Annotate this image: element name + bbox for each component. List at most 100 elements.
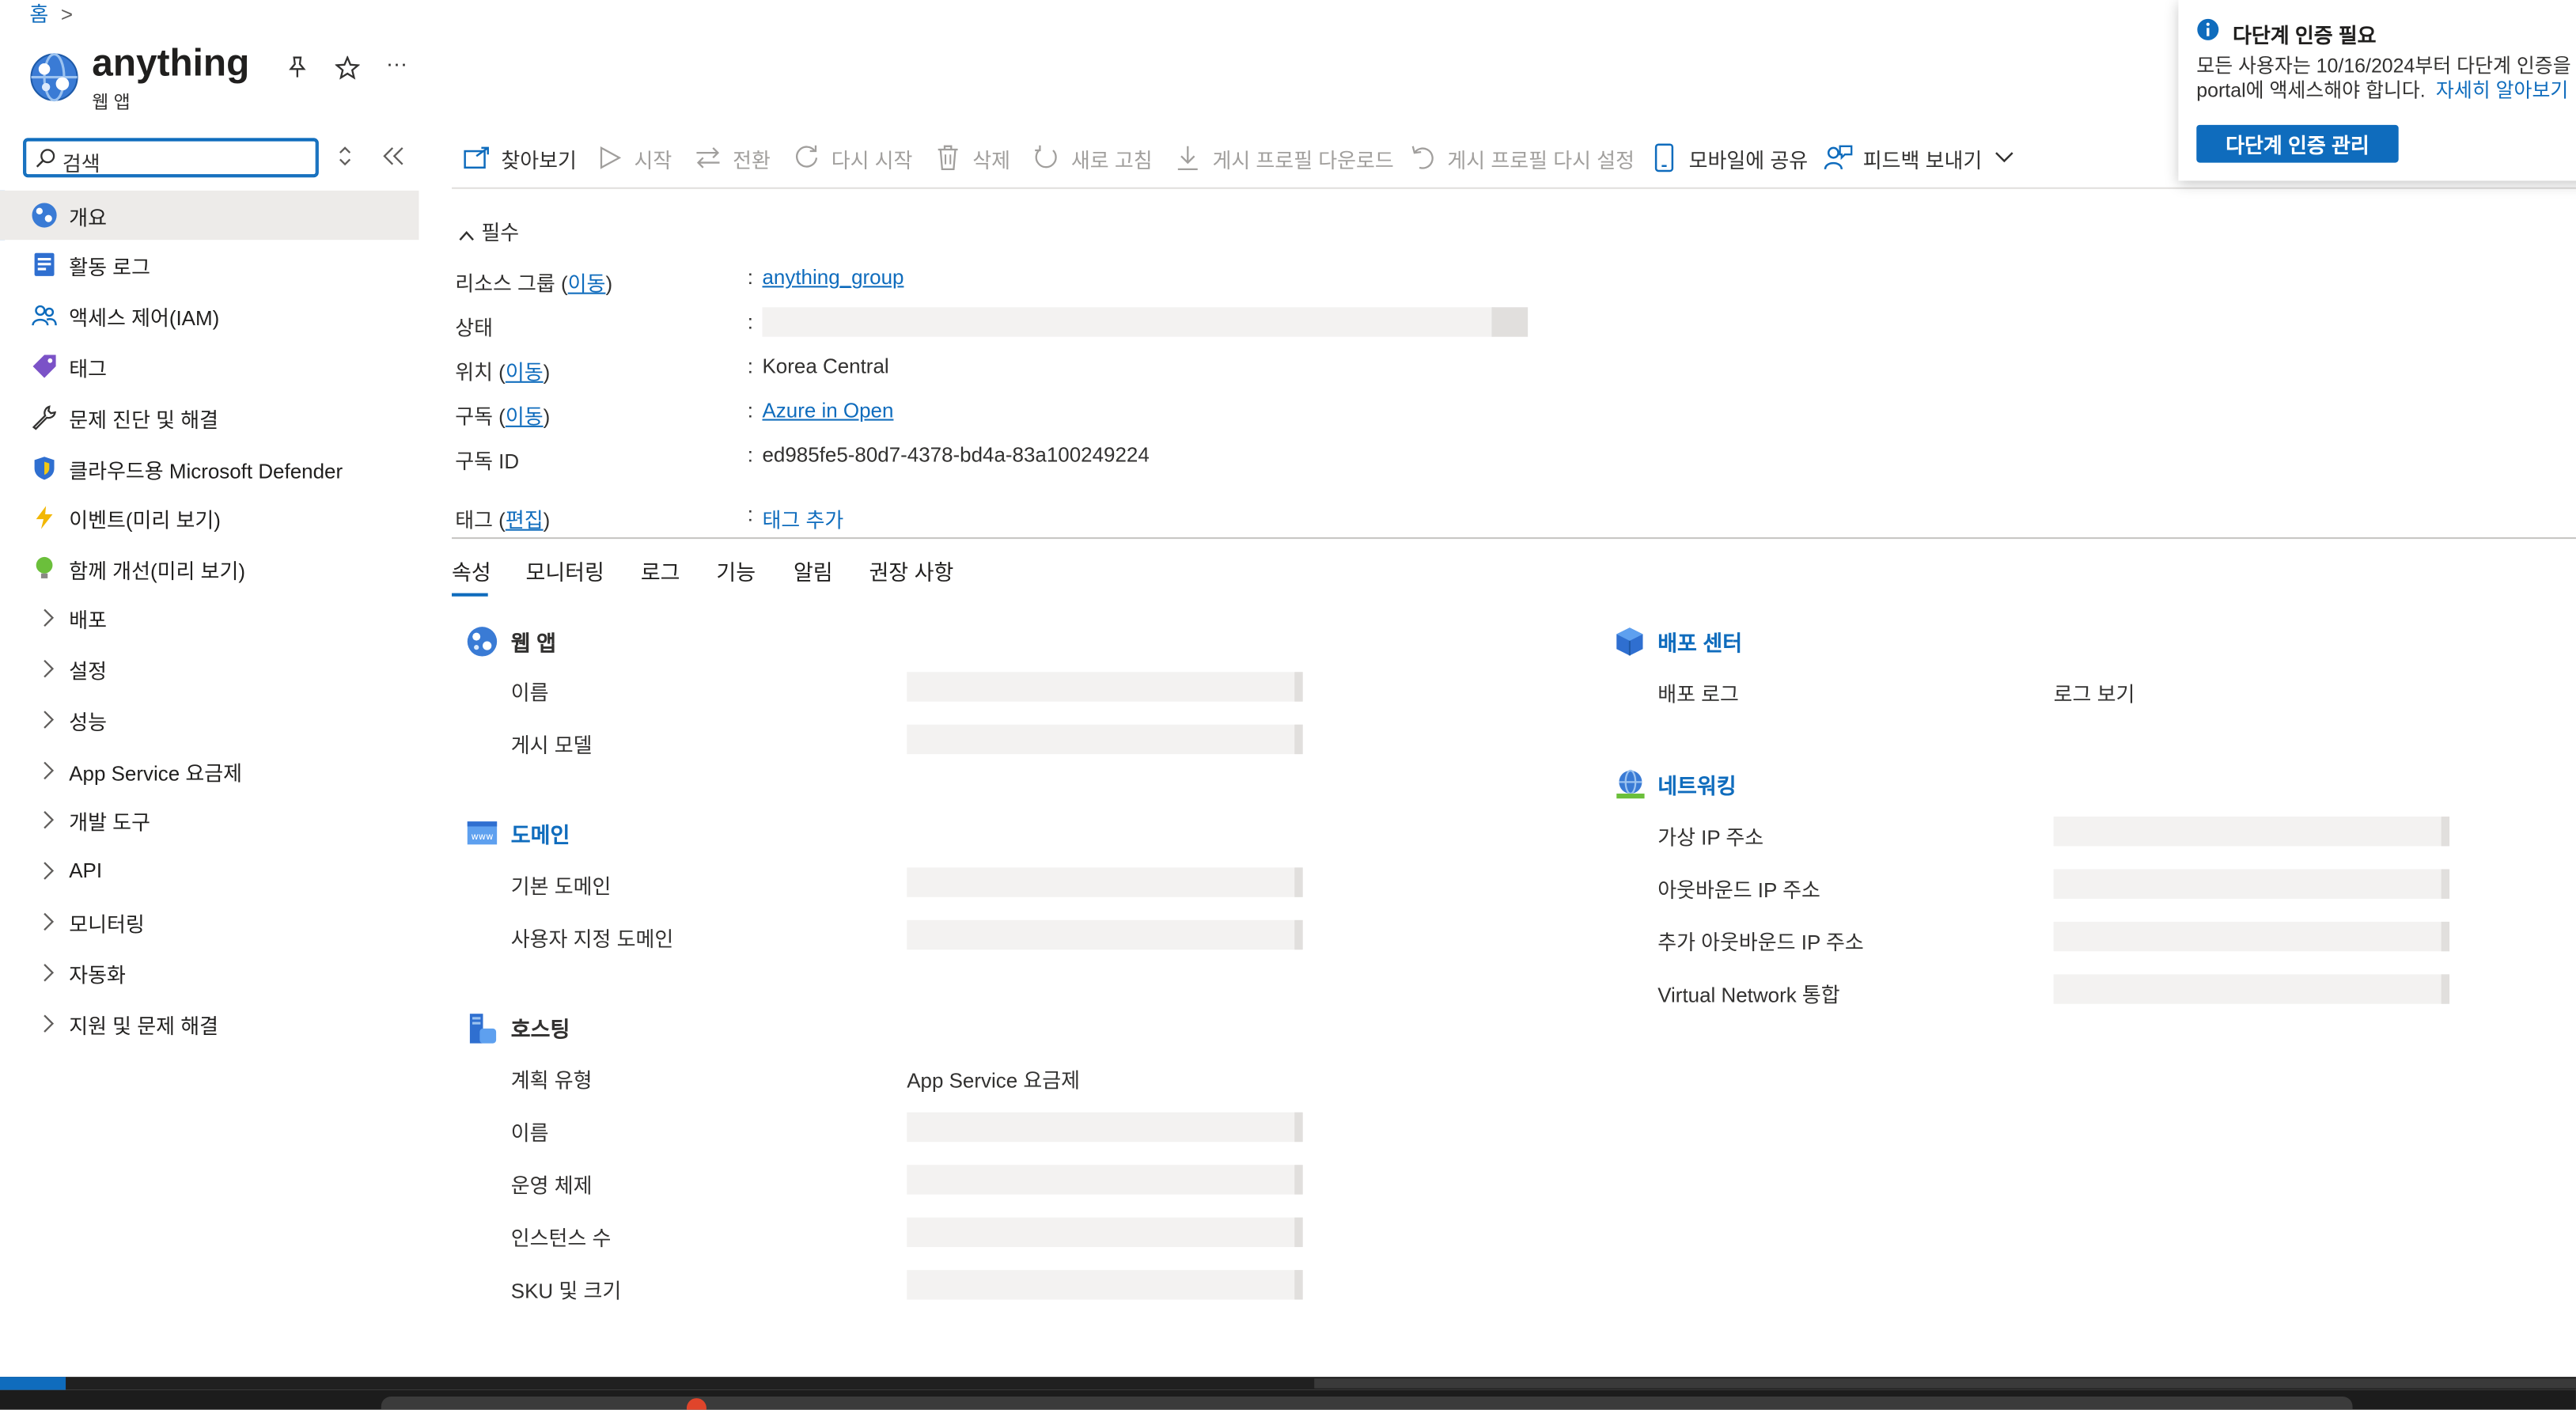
chevron-right-icon — [35, 960, 61, 986]
sidebar-group-app-service-plan[interactable]: App Service 요금제 — [0, 746, 419, 795]
sort-toggle-icon[interactable] — [337, 145, 354, 171]
sidebar-group-settings[interactable]: 설정 — [0, 644, 419, 693]
virtual-ip-placeholder — [2053, 817, 2450, 847]
essentials-header: 필수 — [481, 222, 520, 245]
status-label: 상태 — [455, 316, 493, 340]
networking-title[interactable]: 네트워킹 — [1657, 769, 1736, 800]
subscription-link[interactable]: Azure in Open — [762, 400, 893, 423]
search-input[interactable]: 검색 — [23, 138, 319, 178]
reset-profile-button[interactable]: 게시 프로필 다시 설정 — [1408, 142, 1635, 175]
resource-group-link[interactable]: anything_group — [762, 266, 903, 289]
outbound-ip-placeholder — [2053, 869, 2450, 899]
tab-properties[interactable]: 속성 — [452, 555, 491, 586]
status-placeholder-end — [1491, 307, 1529, 337]
tab-notifications[interactable]: 알림 — [794, 555, 833, 586]
subscription-move-link[interactable]: 이동 — [506, 406, 544, 429]
collapse-sidebar-icon[interactable] — [383, 146, 406, 171]
start-label: 시작 — [634, 148, 672, 172]
label-text: 리소스 그룹 ( — [455, 272, 568, 296]
browse-icon — [461, 143, 491, 172]
tab-monitoring[interactable]: 모니터링 — [525, 555, 604, 586]
sidebar-item-iam[interactable]: 액세스 제어(IAM) — [0, 291, 419, 340]
sidebar-item-overview[interactable]: 개요 — [0, 190, 419, 241]
start-button[interactable]: 시작 — [595, 142, 672, 175]
sidebar-item-diagnose[interactable]: 문제 진단 및 해결 — [0, 392, 419, 442]
sidebar-item-label: 설정 — [69, 659, 108, 683]
sidebar-item-defender[interactable]: 클라우드용 Microsoft Defender — [0, 444, 419, 493]
refresh-button[interactable]: 새로 고침 — [1032, 142, 1153, 175]
deployment-log-label: 배포 로그 — [1657, 683, 1739, 707]
download-icon — [1173, 143, 1203, 172]
sidebar-group-automation[interactable]: 자동화 — [0, 948, 419, 997]
subscription-id-value: ed985fe5-80d7-4378-bd4a-83a100249224 — [762, 443, 1150, 467]
manage-mfa-button[interactable]: 다단계 인증 관리 — [2196, 124, 2399, 163]
sku-placeholder — [907, 1270, 1303, 1300]
chevron-right-icon — [35, 656, 61, 682]
sidebar-group-performance[interactable]: 성능 — [0, 695, 419, 744]
sidebar-item-label: 이벤트(미리 보기) — [69, 508, 221, 532]
search-icon — [36, 149, 55, 168]
tags-edit-link[interactable]: 편집 — [506, 510, 544, 533]
label-text: ) — [605, 272, 613, 296]
restart-button[interactable]: 다시 시작 — [792, 142, 912, 175]
sidebar-group-dev-tools[interactable]: 개발 도구 — [0, 795, 419, 844]
tab-recommendations[interactable]: 권장 사항 — [869, 555, 953, 586]
feedback-button[interactable]: 피드백 보내기 — [1824, 142, 2015, 175]
sidebar-item-label: 문제 진단 및 해결 — [69, 408, 219, 432]
trash-icon — [933, 143, 962, 172]
view-logs-link[interactable]: 로그 보기 — [2054, 677, 2135, 708]
star-icon[interactable] — [331, 52, 361, 81]
sidebar-item-improve[interactable]: 함께 개선(미리 보기) — [0, 544, 419, 593]
publish-model-placeholder — [907, 724, 1303, 755]
swap-button[interactable]: 전환 — [693, 142, 771, 175]
scrollbar-thumb[interactable] — [1314, 1378, 2576, 1389]
sidebar-item-label: 개요 — [69, 206, 108, 229]
sidebar-item-label: 액세스 제어(IAM) — [69, 306, 220, 330]
more-options-icon[interactable]: ··· — [386, 51, 407, 75]
add-tags-link[interactable]: 태그 추가 — [762, 502, 843, 533]
publish-model-label: 게시 모델 — [510, 734, 593, 758]
sidebar-item-tags[interactable]: 태그 — [0, 342, 419, 391]
notification-title: 다단계 인증 필요 — [2232, 25, 2377, 48]
sidebar-group-monitoring[interactable]: 모니터링 — [0, 897, 419, 946]
browse-button[interactable]: 찾아보기 — [461, 142, 577, 175]
sidebar-item-label: 활동 로그 — [69, 255, 150, 279]
pin-icon[interactable] — [282, 52, 312, 81]
sidebar-group-deployment[interactable]: 배포 — [0, 593, 419, 642]
sidebar-item-events[interactable]: 이벤트(미리 보기) — [0, 493, 419, 542]
share-mobile-button[interactable]: 모바일에 공유 — [1650, 142, 1808, 175]
essentials-toggle[interactable]: 필수 — [458, 215, 519, 246]
sidebar-item-label: 클라우드용 Microsoft Defender — [69, 459, 343, 483]
colon: : — [747, 310, 754, 334]
sidebar-group-api[interactable]: API — [0, 846, 419, 895]
activity-log-icon — [31, 252, 57, 278]
lightning-icon — [31, 504, 57, 530]
breadcrumb-home[interactable]: 홈 — [29, 3, 48, 26]
delete-button[interactable]: 삭제 — [933, 142, 1010, 175]
os-placeholder — [907, 1165, 1303, 1195]
download-profile-button[interactable]: 게시 프로필 다운로드 — [1173, 142, 1394, 175]
toolbar-divider — [452, 187, 2576, 189]
label-text: ) — [543, 361, 551, 385]
instance-count-label: 인스턴스 수 — [510, 1227, 612, 1251]
sidebar-group-support[interactable]: 지원 및 문제 해결 — [0, 999, 419, 1048]
location-move-link[interactable]: 이동 — [506, 362, 544, 385]
location-value: Korea Central — [762, 354, 889, 378]
domain-section-title[interactable]: 도메인 — [511, 818, 570, 849]
essentials-divider — [452, 537, 2576, 540]
resource-group-move-link[interactable]: 이동 — [568, 273, 606, 296]
additional-outbound-ip-label: 추가 아웃바운드 IP 주소 — [1657, 931, 1864, 955]
colon: : — [747, 399, 754, 423]
learn-more-link[interactable]: 자세히 알아보기 — [2436, 79, 2568, 102]
tab-logs[interactable]: 로그 — [641, 555, 680, 586]
deployment-center-title[interactable]: 배포 센터 — [1657, 626, 1742, 657]
chevron-right-icon — [35, 707, 61, 733]
tab-capabilities[interactable]: 기능 — [716, 555, 756, 586]
chevron-right-icon — [35, 1010, 61, 1037]
instance-count-placeholder — [907, 1217, 1303, 1248]
subscription-label: 구독 (이동) — [455, 400, 550, 430]
scrollbar-accent — [0, 1377, 66, 1390]
colon: : — [747, 443, 754, 467]
sidebar-item-activity-log[interactable]: 활동 로그 — [0, 240, 419, 289]
sidebar-item-label: 성능 — [69, 711, 108, 734]
